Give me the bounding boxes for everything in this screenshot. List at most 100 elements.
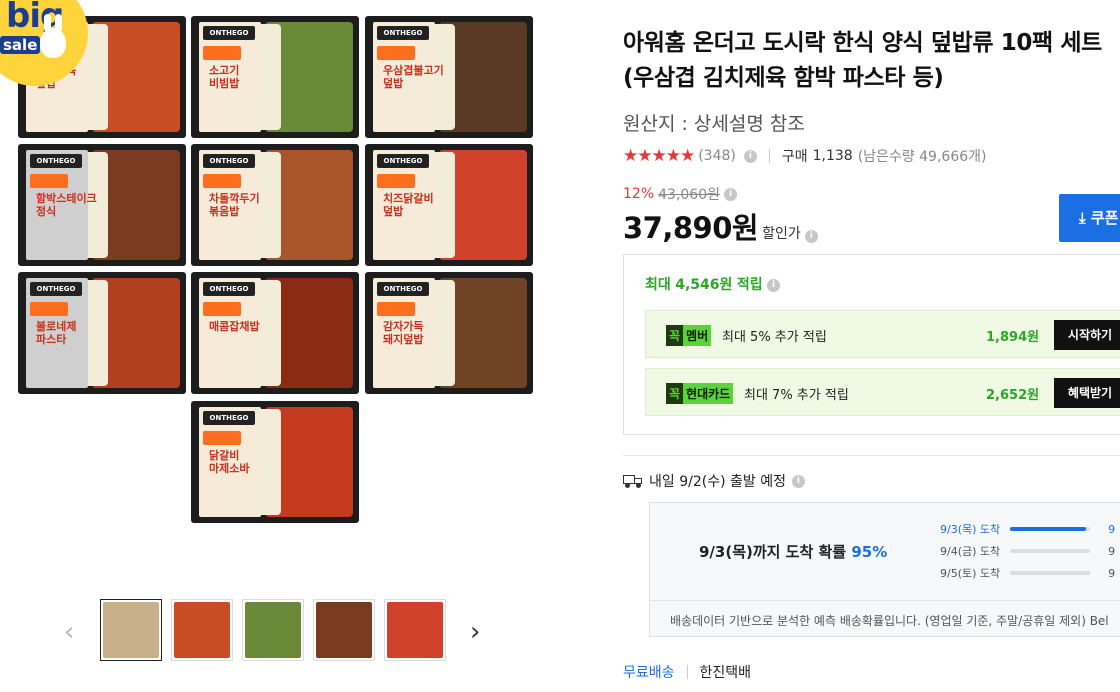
origin-text: 원산지 : 상세설명 참조 (623, 113, 805, 135)
discount-percent: 12% (623, 186, 655, 202)
thumb-chicken[interactable] (384, 599, 446, 661)
delivery-probability-value: 9 (1108, 544, 1116, 558)
delivery-probability-fill (1010, 527, 1087, 531)
sale-price-label: 할인가 (762, 226, 801, 242)
package-sticker (203, 46, 241, 60)
thumbnail-image (245, 602, 301, 658)
product-name-label: 닭갈비 마제소바 (209, 449, 250, 475)
thumbnail-image (103, 602, 159, 658)
brand-logo: ONTHEGO (30, 154, 82, 168)
shipping-divider-v (686, 665, 688, 679)
reward-title-suffix: 적립 (736, 277, 763, 293)
product-tile: ONTHEGO 우삼겹불고기 덮밥 (365, 16, 533, 138)
sale-price: 37,890원 (623, 211, 759, 245)
package-sticker (30, 174, 68, 188)
thumb-bibimbap[interactable] (242, 599, 304, 661)
sale-price-info-icon[interactable]: i (804, 230, 818, 243)
member-badge-k: 꼭 (666, 324, 684, 346)
product-name-label: 우삼겹불고기 덮밥 (383, 64, 444, 90)
package-sticker (203, 431, 241, 445)
product-tile: ONTHEGO 감자가득 돼지덮밥 (365, 272, 533, 394)
thumbnail-prev-arrow-icon[interactable]: ‹ (64, 617, 74, 647)
member-badge-name: 멤버 (683, 324, 712, 346)
delivery-date-label: 9/4(금) 도착 (940, 545, 1001, 558)
shipping-schedule: 내일 9/2(수) 출발 예정 (649, 474, 786, 490)
price-row: 37,890원 할인가 i (623, 205, 818, 247)
arrival-probability: 9/3(목)까지 도착 확률 95% (699, 541, 887, 562)
arrival-probability-percent: 95% (851, 543, 888, 561)
product-name-label: 치즈닭갈비 덮밥 (383, 192, 434, 218)
remaining-stock: (남은수량 49,666개) (857, 149, 987, 165)
thumbnail-next-arrow-icon[interactable]: › (470, 617, 480, 647)
card-badge: 꼭 현대카드 (666, 382, 734, 404)
delivery-date-label: 9/3(목) 도착 (940, 523, 1001, 536)
thumbnail-image (316, 602, 372, 658)
star-rating[interactable]: ★★★★★ (623, 146, 695, 166)
package-sticker (203, 302, 241, 316)
reward-title-amount: 4,546원 (675, 277, 733, 293)
truck-icon (623, 474, 643, 488)
coupon-download-button[interactable]: ⤓ 쿠폰 (1059, 194, 1120, 242)
reward-item-card: 꼭 현대카드 최대 7% 추가 적립 2,652원 혜택받기 (645, 368, 1120, 416)
delivery-probability-value: 9 (1108, 566, 1116, 580)
big-sale-badge-sale: sale (0, 36, 41, 54)
member-badge: 꼭 멤버 (666, 324, 712, 346)
delivery-distribution-row: 9/5(토) 도착 9 (940, 565, 1115, 581)
rating-row: ★★★★★ (348) i 구매 1,138 (남은수량 49,666개) (623, 145, 986, 167)
product-name-label: 차돌깍두기 볶음밥 (209, 192, 260, 218)
package-sticker (30, 302, 68, 316)
reward-box: 최대 4,546원 적립 i 꼭 멤버 최대 5% 추가 적립 1,894원 시작… (623, 254, 1120, 435)
bunny-mascot-icon (40, 14, 66, 58)
reward-info-icon[interactable]: i (767, 278, 781, 292)
thumb-kimchi-jeyuk[interactable] (171, 599, 233, 661)
card-reward-desc: 최대 7% 추가 적립 (744, 388, 849, 403)
rating-divider (768, 149, 770, 163)
product-title: 아워홈 온더고 도시락 한식 양식 덮밥류 10팩 세트(우삼겹 김치제육 함박… (623, 30, 1102, 91)
purchase-count: 1,138 (812, 148, 853, 164)
member-start-button[interactable]: 시작하기 (1054, 320, 1120, 350)
product-tile: ONTHEGO 매콤잡채밥 (191, 272, 359, 394)
brand-logo: ONTHEGO (203, 154, 255, 168)
brand-logo: ONTHEGO (203, 411, 255, 425)
product-tile: ONTHEGO 닭갈비 마제소바 (191, 401, 359, 523)
product-name-label: 감자가득 돼지덮밥 (383, 320, 424, 346)
arrival-probability-text: 9/3(목)까지 도착 확률 (699, 543, 847, 561)
shipping-divider (623, 455, 1120, 456)
thumb-hamburg[interactable] (313, 599, 375, 661)
brand-logo: ONTHEGO (377, 26, 429, 40)
card-benefit-button[interactable]: 혜택받기 (1054, 378, 1120, 408)
brand-logo: ONTHEGO (203, 26, 255, 40)
card-badge-k: 꼭 (666, 382, 684, 404)
reward-title: 최대 4,546원 적립 i (645, 274, 781, 294)
member-reward-amount: 1,894원 (986, 330, 1040, 345)
reward-title-prefix: 최대 (645, 277, 671, 293)
delivery-probability-bar (1010, 549, 1091, 553)
card-badge-name: 현대카드 (683, 382, 734, 404)
product-name-label: 볼로네제 파스타 (36, 320, 77, 346)
delivery-note: 배송데이터 기반으로 분석한 예측 배송확률입니다. (영업일 기준, 주말/공… (650, 600, 1120, 637)
rating-info-icon[interactable]: i (743, 149, 757, 163)
delivery-probability-bar (1010, 571, 1091, 575)
product-name-label: 소고기 비빔밥 (209, 64, 240, 90)
price-info-icon[interactable]: i (724, 187, 737, 201)
thumb-set[interactable] (100, 599, 162, 661)
brand-logo: ONTHEGO (30, 282, 82, 296)
shipping-method-row: 무료배송 한진택배 (623, 662, 751, 682)
brand-logo: ONTHEGO (377, 154, 429, 168)
product-name-label: 매콤잡채밥 (209, 320, 260, 333)
shipping-info-icon[interactable]: i (791, 474, 805, 488)
product-tile: ONTHEGO 치즈닭갈비 덮밥 (365, 144, 533, 266)
package-sticker (377, 46, 415, 60)
delivery-probability-box: 9/3(목)까지 도착 확률 95% 9/3(목) 도착 9 9/4(금) 도착 9 9… (649, 502, 1120, 637)
product-tile: ONTHEGO 차돌깍두기 볶음밥 (191, 144, 359, 266)
delivery-probability-value: 9 (1108, 522, 1116, 536)
card-reward-amount: 2,652원 (986, 388, 1040, 403)
brand-logo: ONTHEGO (203, 282, 255, 296)
product-tile: ONTHEGO 소고기 비빔밥 (191, 16, 359, 138)
product-tile: ONTHEGO 함박스테이크 정식 (18, 144, 186, 266)
review-count[interactable]: (348) (698, 148, 736, 164)
shipping-schedule-row: 내일 9/2(수) 출발 예정 i (623, 471, 805, 491)
discount-row: 12% 43,060원 i (623, 184, 737, 204)
delivery-distribution-row: 9/4(금) 도착 9 (940, 543, 1115, 559)
product-gallery: big sale ONTHEGO김치제육 덮밥ONTHEGO소고기 비빔밥ONT… (0, 0, 600, 692)
